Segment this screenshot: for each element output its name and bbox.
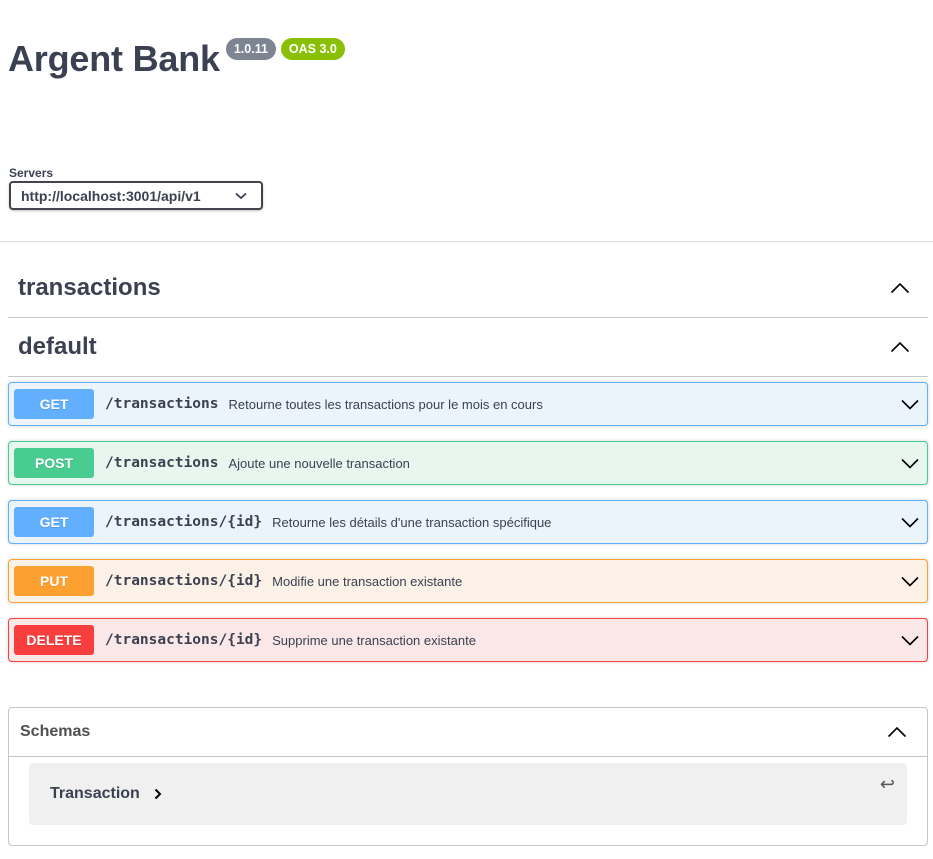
tag-name: transactions [18,273,161,301]
servers-selected-value: http://localhost:3001/api/v1 [21,187,201,204]
version-badges: 1.0.11 OAS 3.0 [225,38,345,60]
servers-label: Servers [9,166,54,180]
operation-get-transactions[interactable]: GET /transactions Retourne toutes les tr… [8,382,928,426]
schemas-section: Schemas Transaction ↩ [8,707,928,846]
servers-select[interactable]: http://localhost:3001/api/v1 [9,181,263,210]
operation-delete-transaction[interactable]: DELETE /transactions/{id} Supprime une t… [8,618,928,662]
operation-path: /transactions [105,455,219,471]
method-badge: PUT [14,566,94,596]
version-badge: 1.0.11 [225,38,276,60]
chevron-down-icon[interactable] [901,458,919,469]
servers-section: Servers http://localhost:3001/api/v1 [9,166,263,210]
method-badge: POST [14,448,94,478]
chevron-up-icon[interactable] [890,282,910,294]
operation-summary: Retourne les détails d'une transaction s… [272,514,552,530]
operation-summary: Ajoute une nouvelle transaction [228,455,410,471]
chevron-down-icon[interactable] [901,576,919,587]
operation-path: /transactions [105,396,219,412]
method-badge: DELETE [14,625,94,655]
operation-path: /transactions/{id} [105,514,263,530]
chevron-down-icon[interactable] [901,635,919,646]
operation-put-transaction[interactable]: PUT /transactions/{id} Modifie une trans… [8,559,928,603]
oas-badge: OAS 3.0 [280,38,345,60]
chevron-down-icon [235,192,247,199]
operation-get-transaction-by-id[interactable]: GET /transactions/{id} Retourne les déta… [8,500,928,544]
schemas-header[interactable]: Schemas [9,708,927,757]
operation-summary: Supprime une transaction existante [272,632,476,648]
chevron-up-icon[interactable] [887,726,907,738]
tag-name: default [18,332,97,360]
chevron-down-icon[interactable] [901,399,919,410]
tag-default[interactable]: default [8,317,928,377]
method-badge: GET [14,389,94,419]
model-name: Transaction [50,785,140,802]
tag-transactions[interactable]: transactions [8,258,928,318]
operation-path: /transactions/{id} [105,632,263,648]
api-title: Argent Bank [8,38,220,79]
return-icon[interactable]: ↩ [880,775,895,793]
operation-summary: Modifie une transaction existante [272,573,463,589]
schemas-title: Schemas [20,723,91,740]
divider [0,241,933,242]
api-info: Argent Bank 1.0.11 OAS 3.0 [8,38,345,80]
chevron-down-icon[interactable] [901,517,919,528]
method-badge: GET [14,507,94,537]
model-transaction[interactable]: Transaction ↩ [29,763,907,825]
operation-summary: Retourne toutes les transactions pour le… [228,396,543,412]
operation-path: /transactions/{id} [105,573,263,589]
operation-post-transactions[interactable]: POST /transactions Ajoute une nouvelle t… [8,441,928,485]
chevron-up-icon[interactable] [890,341,910,353]
chevron-right-icon[interactable] [154,788,162,800]
